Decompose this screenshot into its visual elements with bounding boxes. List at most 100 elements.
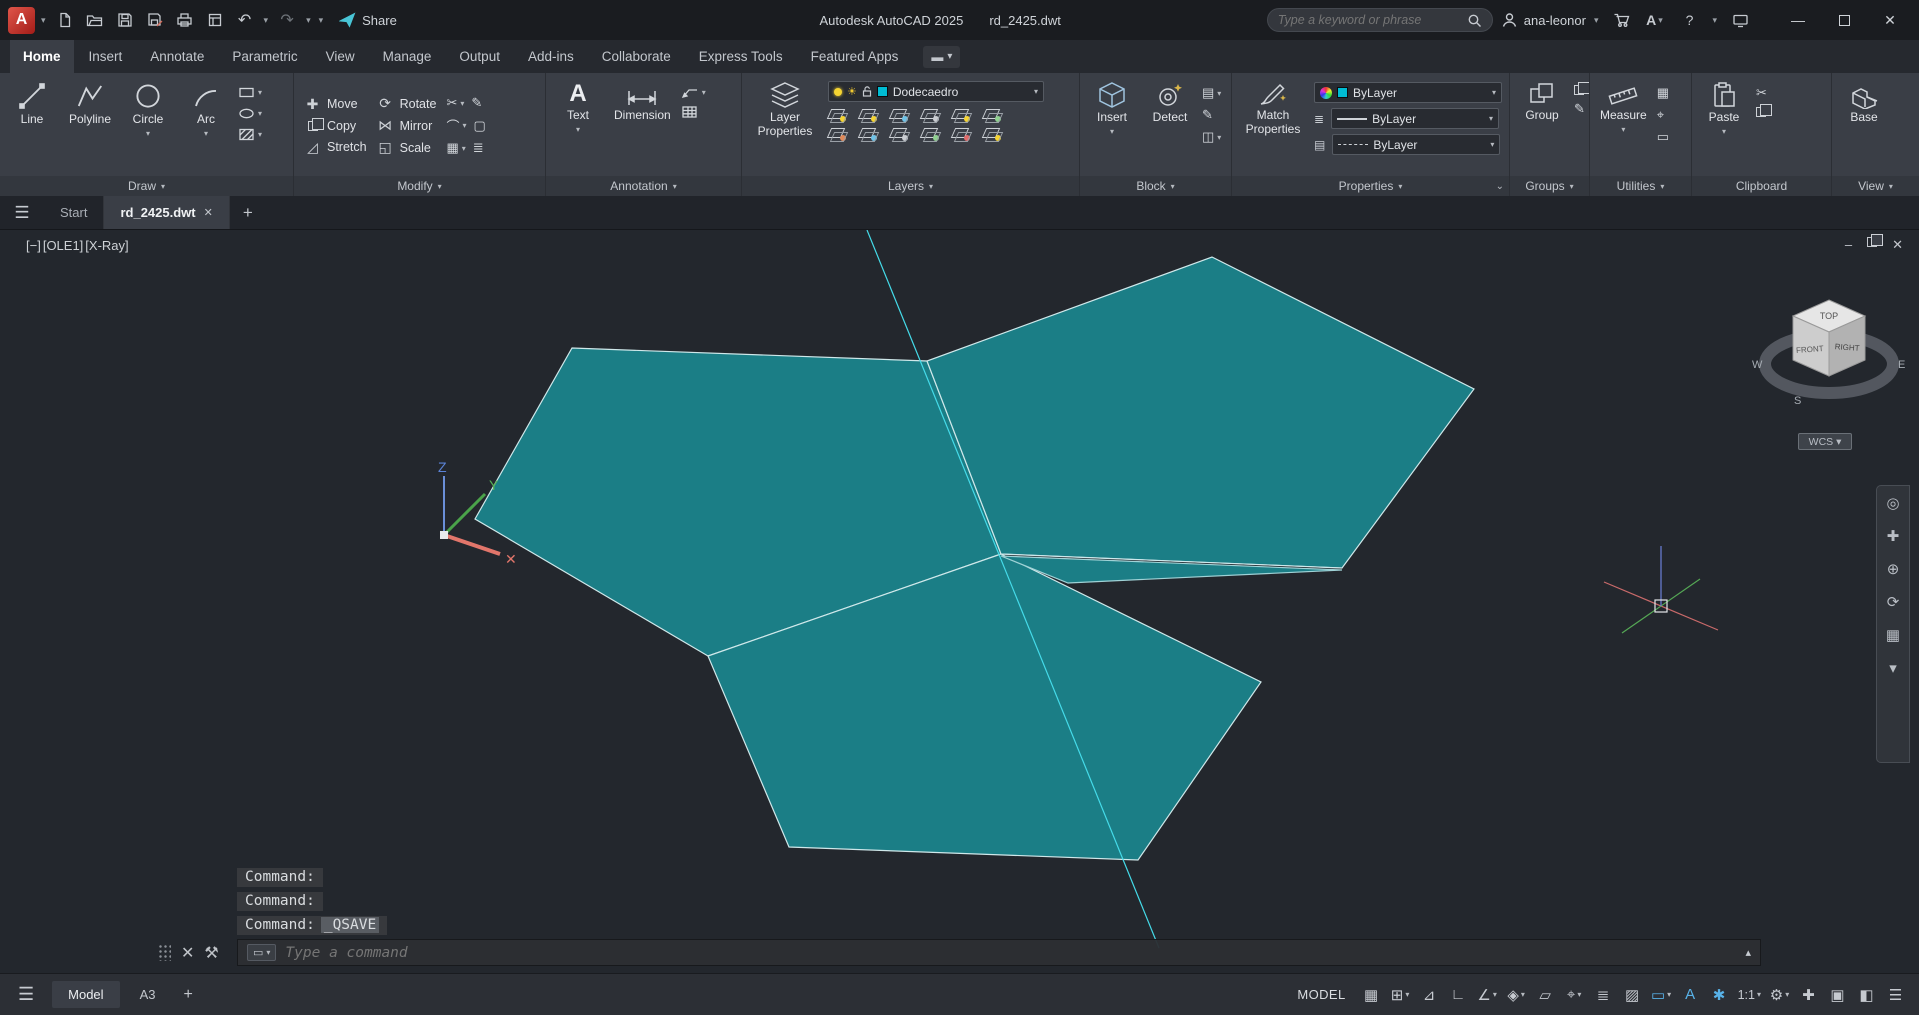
layer-walk-button[interactable] [983, 108, 1000, 121]
rectangle-button[interactable]: ▾ [238, 85, 262, 100]
quick-calc-button[interactable]: ▦ [1657, 85, 1669, 101]
tab-view[interactable]: View [313, 40, 368, 73]
erase-button[interactable]: ▢ [473, 118, 485, 134]
polyline-button[interactable]: Polyline [64, 77, 116, 174]
model-space-toggle[interactable]: MODEL [1297, 987, 1345, 1002]
panel-draw-footer[interactable]: Draw ▾ [0, 176, 293, 196]
rotate-button[interactable]: ⟳Rotate [377, 95, 437, 112]
help-chevron-icon[interactable]: ▾ [1710, 15, 1719, 26]
pentagon-top-right[interactable] [927, 257, 1474, 568]
layer-freeze-button[interactable] [890, 108, 907, 121]
leader-button[interactable]: ▾ [681, 85, 706, 99]
model-canvas[interactable]: Z Y ✕ [0, 230, 1919, 973]
customize-wrench-icon[interactable]: ⚒ [204, 943, 218, 963]
status-graphics-performance[interactable]: ◧ [1853, 981, 1880, 1008]
new-file-button[interactable] [52, 7, 78, 33]
create-block-button[interactable]: ▤▾ [1202, 85, 1221, 101]
text-button[interactable]: A Text ▾ [552, 77, 604, 174]
tab-annotate[interactable]: Annotate [137, 40, 217, 73]
paste-button[interactable]: Paste ▾ [1698, 77, 1750, 174]
chevron-down-icon[interactable]: ▾ [204, 129, 208, 138]
search-input[interactable] [1278, 13, 1467, 27]
status-object-snap[interactable]: ⌖▾ [1561, 981, 1588, 1008]
layer-isolate-button[interactable] [859, 108, 876, 121]
edit-block-button[interactable]: ✎ [1202, 107, 1221, 123]
linetype-combo[interactable]: ByLayer ▾ [1332, 134, 1500, 155]
chevron-down-icon[interactable]: ▾ [1621, 125, 1625, 134]
viewport-restore-icon[interactable] [1867, 237, 1877, 247]
tab-parametric[interactable]: Parametric [219, 40, 310, 73]
command-history-up-icon[interactable]: ▴ [1745, 946, 1751, 959]
search-icon[interactable] [1467, 13, 1482, 28]
array-button[interactable]: ▦▾ [446, 140, 465, 156]
panel-view-footer[interactable]: View ▾ [1832, 176, 1919, 196]
open-file-button[interactable] [82, 7, 108, 33]
status-transparency[interactable]: ▨ [1619, 981, 1646, 1008]
edit-polyline-button[interactable]: ✎ [471, 95, 482, 111]
move-button[interactable]: ✚Move [304, 96, 367, 113]
command-input[interactable] [285, 945, 1736, 961]
fillet-button[interactable]: ⌒▾ [446, 116, 466, 135]
tab-home[interactable]: Home [10, 40, 74, 73]
status-selection-cycling[interactable]: ▭▾ [1648, 981, 1675, 1008]
insert-button[interactable]: Insert ▾ [1086, 77, 1138, 174]
panel-groups-footer[interactable]: Groups ▾ [1510, 176, 1589, 196]
panel-properties-footer[interactable]: Properties ▾ ⌄ [1232, 176, 1509, 196]
copy-to-layer-button[interactable] [983, 127, 1000, 140]
match-properties-button[interactable]: Match Properties [1238, 77, 1308, 174]
status-ortho-mode[interactable]: ∟ [1445, 981, 1472, 1008]
status-customization[interactable]: ☰ [1882, 981, 1909, 1008]
status-lineweight[interactable]: ≣ [1590, 981, 1617, 1008]
maximize-button[interactable] [1821, 0, 1867, 40]
new-layout-button[interactable]: + [175, 986, 200, 1004]
file-tab-start[interactable]: Start [44, 196, 104, 229]
steering-wheel-icon[interactable]: ◎ [1886, 494, 1899, 512]
save-as-button[interactable] [142, 7, 168, 33]
chevron-down-icon[interactable]: ▾ [576, 125, 580, 134]
copy-clip-button[interactable] [1756, 107, 1767, 117]
minimize-button[interactable]: — [1775, 0, 1821, 40]
copy-button[interactable]: Copy [304, 118, 367, 134]
recent-commands-button[interactable]: ▭ ▾ [247, 944, 276, 961]
status-autoscale[interactable]: ✱ [1706, 981, 1733, 1008]
capture-button[interactable] [1727, 7, 1753, 33]
base-button[interactable]: Base [1838, 77, 1890, 174]
status-workspace-switching[interactable]: ⚙▾ [1766, 981, 1793, 1008]
dimension-button[interactable]: Dimension [610, 77, 675, 174]
make-current-button[interactable] [828, 127, 845, 140]
status-annotation-visibility[interactable]: A [1677, 981, 1704, 1008]
wcs-selector[interactable]: WCS ▾ [1798, 433, 1852, 450]
trim-button[interactable]: ✂▾ [446, 95, 464, 111]
help-button[interactable]: ? [1676, 7, 1702, 33]
viewcube-south-label[interactable]: S [1794, 395, 1801, 407]
viewcube[interactable]: TOP FRONT RIGHT W S E [1738, 278, 1919, 428]
status-polar-tracking[interactable]: ∠▾ [1474, 981, 1501, 1008]
group-edit-button[interactable]: ✎ [1574, 101, 1585, 117]
mirror-button[interactable]: ⋈Mirror [377, 117, 437, 134]
tab-output[interactable]: Output [446, 40, 513, 73]
status-isodraft[interactable]: ◈▾ [1503, 981, 1530, 1008]
panel-clipboard-footer[interactable]: Clipboard [1692, 176, 1831, 196]
panel-layers-footer[interactable]: Layers ▾ [742, 176, 1079, 196]
viewport-minimize-control[interactable]: [−] [26, 238, 41, 253]
tab-manage[interactable]: Manage [370, 40, 445, 73]
arc-button[interactable]: Arc ▾ [180, 77, 232, 174]
save-button[interactable] [112, 7, 138, 33]
ungroup-button[interactable] [1574, 85, 1585, 95]
model-tab[interactable]: Model [52, 981, 119, 1008]
viewport-name-control[interactable]: [OLE1] [43, 238, 83, 253]
assistant-button[interactable]: A ▾ [1642, 7, 1668, 33]
undo-button[interactable]: ↶ [232, 7, 258, 33]
id-point-button[interactable]: ⌖ [1657, 107, 1669, 123]
layer-properties-button[interactable]: Layer Properties [748, 77, 822, 174]
account-button[interactable]: ana-leonor ▾ [1501, 12, 1601, 28]
tab-add-ins[interactable]: Add-ins [515, 40, 587, 73]
plot-button[interactable] [172, 7, 198, 33]
share-button[interactable]: Share [339, 12, 397, 28]
cut-button[interactable]: ✂ [1756, 85, 1767, 101]
lineweight-combo[interactable]: ByLayer ▾ [1331, 108, 1499, 129]
layer-off-button[interactable] [828, 108, 845, 121]
stretch-button[interactable]: ◿Stretch [304, 139, 367, 156]
circle-button[interactable]: Circle ▾ [122, 77, 174, 174]
publish-button[interactable] [202, 7, 228, 33]
